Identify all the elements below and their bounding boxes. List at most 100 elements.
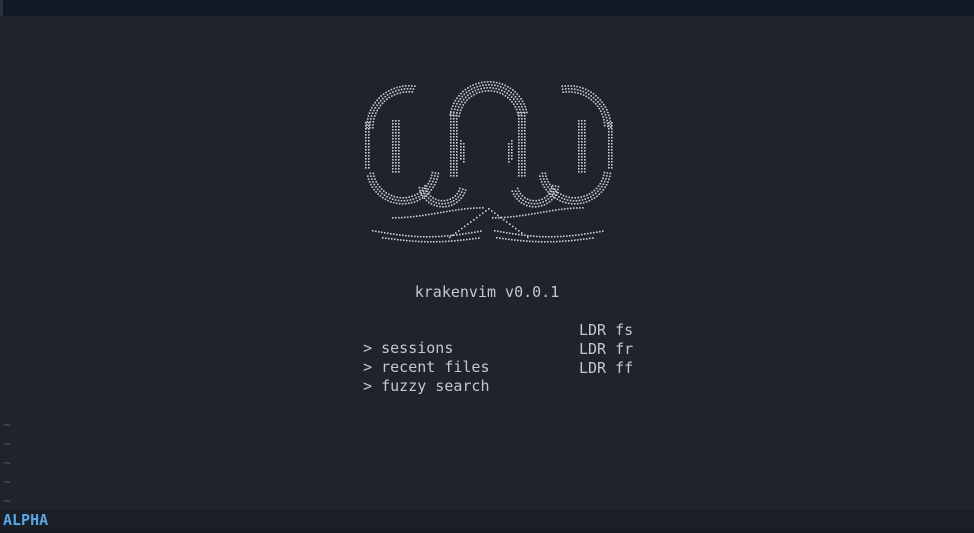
- logo-dot: [458, 199, 461, 202]
- logo-dot: [472, 238, 474, 240]
- logo-dot: [461, 227, 463, 230]
- logo-dot: [564, 88, 567, 90]
- logo-dot: [480, 81, 483, 84]
- logo-dot: [587, 197, 589, 199]
- logo-dot: [542, 235, 544, 238]
- logo-dot: [453, 115, 455, 117]
- logo-dot: [433, 184, 436, 186]
- logo-dot: [524, 136, 526, 138]
- logo-dot: [405, 85, 407, 87]
- logo-dot: [395, 120, 397, 122]
- logo-dot: [570, 85, 572, 87]
- logo-dot: [456, 192, 458, 195]
- logo-dot: [449, 210, 451, 212]
- logo-dot: [435, 235, 437, 238]
- logo-dot: [521, 195, 524, 197]
- logo-dot: [584, 141, 586, 143]
- logo-dot: [437, 199, 440, 202]
- logo-dot: [603, 124, 606, 127]
- logo-dot: [453, 130, 455, 132]
- logo-dot: [582, 207, 584, 209]
- logo-dot: [524, 115, 526, 117]
- logo-dot: [522, 108, 524, 111]
- logo-dot: [572, 234, 574, 237]
- logo-dot: [575, 234, 577, 236]
- logo-dot: [383, 190, 385, 192]
- logo-dot: [385, 192, 387, 194]
- logo-dot: [450, 145, 452, 147]
- logo-dot: [544, 181, 546, 183]
- logo-dot: [518, 233, 520, 236]
- logo-dot: [578, 132, 580, 134]
- logo-dot: [453, 172, 455, 174]
- logo-dot: [586, 194, 588, 197]
- logo-dot: [533, 235, 535, 237]
- logo-dot: [521, 136, 523, 138]
- logo-dot: [398, 202, 401, 205]
- logo-dot: [459, 187, 461, 190]
- logo-dot: [462, 188, 464, 191]
- logo-dot: [460, 191, 463, 193]
- logo-dot: [478, 237, 480, 239]
- logo-dot: [581, 165, 583, 167]
- logo-dot: [433, 178, 435, 180]
- recent-files-button[interactable]: > recent files LDR fr: [345, 340, 645, 376]
- logo-dot: [366, 121, 368, 123]
- logo-dot: [456, 166, 458, 168]
- logo-dot: [401, 216, 403, 219]
- logo-dot: [448, 205, 450, 207]
- logo-dot: [368, 181, 371, 183]
- logo-dot: [611, 161, 613, 163]
- logo-dot: [459, 103, 461, 106]
- logo-dot: [380, 95, 383, 97]
- logo-dot: [467, 223, 469, 225]
- logo-dot: [382, 237, 384, 239]
- logo-dot: [518, 118, 520, 120]
- logo-dot: [373, 118, 375, 120]
- logo-dot: [420, 192, 422, 195]
- logo-dot: [601, 101, 603, 103]
- logo-dot: [397, 238, 399, 241]
- logo-dot: [597, 190, 599, 193]
- logo-dot: [590, 232, 592, 234]
- logo-dot: [395, 150, 397, 152]
- logo-dot: [603, 118, 605, 121]
- logo-dot: [422, 214, 424, 217]
- logo-dot: [437, 212, 439, 214]
- logo-dot: [586, 238, 588, 240]
- fuzzy-search-button[interactable]: > fuzzy search LDR ff: [345, 359, 645, 395]
- logo-dot: [456, 160, 458, 162]
- logo-dot: [524, 121, 526, 123]
- logo-dot: [508, 161, 510, 163]
- logo-dot: [608, 158, 610, 160]
- logo-dot: [375, 191, 377, 193]
- logo-dot: [545, 188, 547, 191]
- logo-dot: [577, 196, 579, 199]
- logo-dot: [425, 199, 428, 202]
- logo-dot: [499, 92, 501, 94]
- logo-dot: [445, 240, 447, 243]
- logo-dot: [581, 162, 583, 164]
- logo-dot: [538, 199, 540, 202]
- logo-dot: [521, 151, 523, 153]
- logo-dot: [569, 235, 571, 237]
- logo-dot: [578, 156, 580, 158]
- logo-dot: [426, 236, 428, 238]
- sessions-button[interactable]: > sessions LDR fs: [345, 321, 645, 357]
- logo-dot: [584, 147, 586, 149]
- logo-dot: [398, 165, 400, 167]
- logo-dot: [408, 91, 411, 93]
- logo-dot: [494, 212, 496, 214]
- logo-dot: [488, 84, 490, 86]
- logo-dot: [494, 230, 496, 232]
- logo-dot: [518, 230, 520, 232]
- logo-dot: [402, 91, 405, 93]
- logo-dot: [390, 194, 393, 197]
- logo-dot: [472, 91, 474, 93]
- logo-dot: [584, 138, 586, 140]
- logo-dot: [409, 240, 411, 242]
- logo-dot: [590, 195, 592, 198]
- logo-dot: [542, 201, 544, 203]
- logo-dot: [456, 157, 458, 159]
- logo-dot: [518, 95, 520, 98]
